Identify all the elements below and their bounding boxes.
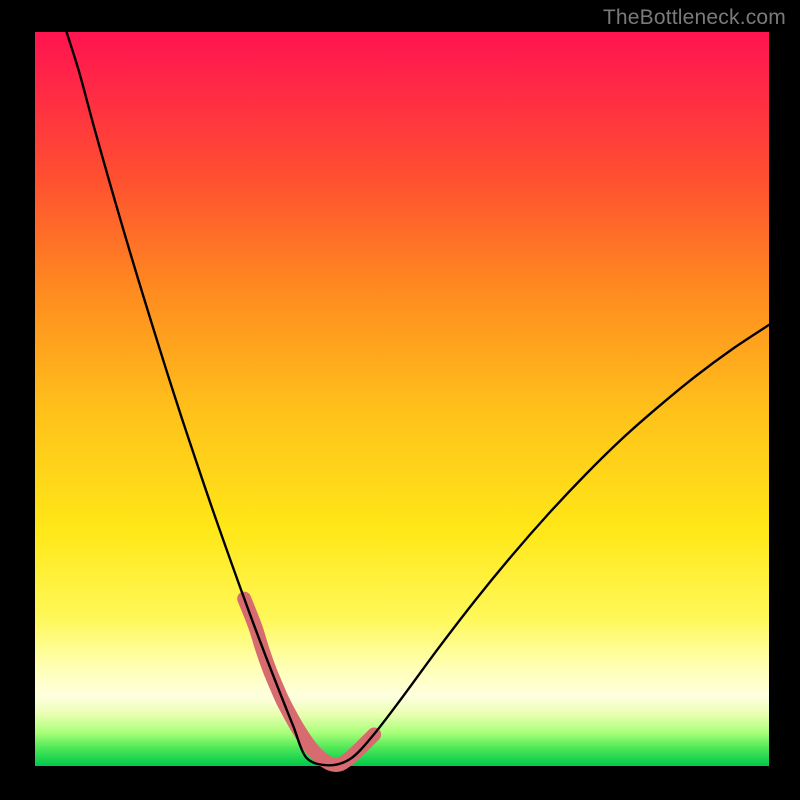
plot-background xyxy=(35,32,769,766)
watermark-text: TheBottleneck.com xyxy=(603,6,786,30)
bottleneck-chart xyxy=(0,0,800,800)
chart-frame: TheBottleneck.com xyxy=(0,0,800,800)
